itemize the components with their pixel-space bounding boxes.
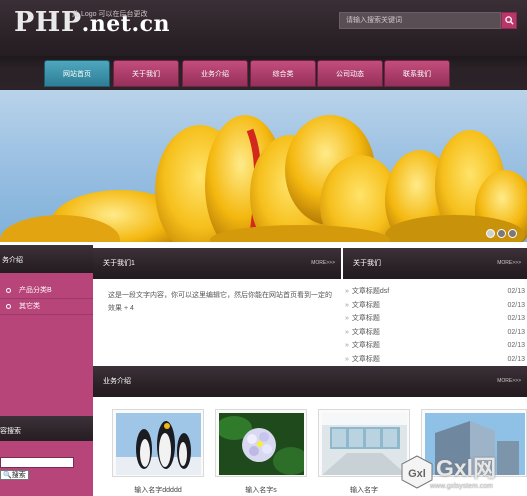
search-icon: 🔍 — [3, 472, 12, 479]
product-name[interactable]: 输入名字ddddd — [112, 485, 204, 495]
sidebar-search-button[interactable]: 🔍搜索 — [0, 470, 29, 480]
business-header: 业务介绍 MORE>>> — [93, 366, 527, 397]
sidebar-search-input[interactable] — [0, 457, 74, 468]
sidebar-search-panel: 🔍搜索 — [0, 441, 93, 496]
search-button[interactable] — [501, 12, 517, 29]
news-list: » 文章标题dsf 02/13 » 文章标题 02/13 » 文章标题 02/13 » 文章标… — [343, 285, 527, 366]
product-name[interactable]: 输入名字s — [215, 485, 307, 495]
slider-dots — [484, 229, 517, 240]
news-item-date: 02/13 — [507, 301, 525, 309]
about-header: 关于我们1 MORE>>> — [93, 248, 341, 279]
about-title: 关于我们1 — [103, 260, 135, 267]
watermark-text: Gxl网 — [436, 455, 497, 481]
news-item-date: 02/13 — [507, 342, 525, 349]
sidebar-category-header: 务介绍 — [0, 245, 93, 276]
watermark: Gxl Gxl网 www.gxlsystem.com — [400, 453, 527, 496]
sidebar-search-button-label: 搜索 — [11, 472, 26, 479]
news-item-title[interactable]: 文章标题dsf — [352, 288, 389, 295]
circle-bullet-icon — [6, 287, 11, 293]
hydrangea-image — [219, 413, 304, 475]
news-title: 关于我们 — [353, 260, 381, 267]
sidebar-item-category-b[interactable]: 产品分类B — [0, 283, 93, 299]
business-title: 业务介绍 — [103, 378, 131, 385]
news-item-title[interactable]: 文章标题 — [352, 302, 380, 309]
slider-dot-3[interactable] — [508, 229, 517, 238]
nav-home[interactable]: 网站首页 — [44, 60, 110, 87]
sidebar-search-title: 容搜索 — [0, 428, 21, 435]
bullet-icon: » — [345, 315, 349, 322]
sidebar-item-label: 其它类 — [19, 303, 40, 310]
sidebar-item-other[interactable]: 其它类 — [0, 299, 93, 315]
news-item[interactable]: » 文章标题dsf 02/13 — [343, 285, 527, 299]
banner-slider[interactable] — [0, 90, 527, 242]
bullet-icon: » — [345, 301, 349, 309]
product-card-hydrangea[interactable] — [215, 409, 307, 477]
news-item-date: 02/13 — [507, 288, 525, 295]
product-card-penguins[interactable] — [112, 409, 204, 477]
business-more-link[interactable]: MORE>>> — [497, 366, 521, 397]
bullet-icon: » — [345, 288, 349, 295]
header: PHP.net.cn 此 Logo 可以在后台更改 请输入搜索关键词 — [0, 0, 527, 56]
news-item-date: 02/13 — [507, 328, 525, 336]
nav-news[interactable]: 公司动态 — [317, 60, 383, 87]
sidebar-title: 务介绍 — [2, 257, 23, 264]
slider-dot-2[interactable] — [497, 229, 506, 238]
bullet-icon: » — [345, 328, 349, 336]
news-item[interactable]: » 文章标题 02/13 — [343, 326, 527, 340]
nav-general[interactable]: 综合类 — [250, 60, 316, 87]
product-card-office-hall[interactable] — [318, 409, 410, 477]
news-item-title[interactable]: 文章标题 — [352, 315, 380, 322]
news-item[interactable]: » 文章标题 02/13 — [343, 339, 527, 353]
search-icon — [505, 16, 514, 25]
news-item-date: 02/13 — [507, 355, 525, 363]
penguins-image — [116, 413, 201, 475]
nav-about[interactable]: 关于我们 — [113, 60, 179, 87]
news-header: 关于我们 MORE>>> — [343, 248, 527, 279]
news-item[interactable]: » 文章标题 02/13 — [343, 353, 527, 367]
news-more-link[interactable]: MORE>>> — [497, 248, 521, 279]
office-hall-image — [322, 413, 407, 475]
news-item-title[interactable]: 文章标题 — [352, 356, 380, 363]
search-input[interactable]: 请输入搜索关键词 — [339, 12, 501, 29]
gxl-logo-icon: Gxl — [401, 455, 433, 489]
sidebar-category-list: 产品分类B 其它类 — [0, 273, 93, 422]
news-item[interactable]: » 文章标题 02/13 — [343, 312, 527, 326]
slider-dot-1[interactable] — [486, 229, 495, 238]
svg-text:Gxl: Gxl — [408, 468, 426, 480]
news-item-title[interactable]: 文章标题 — [352, 329, 380, 336]
news-item-title[interactable]: 文章标题 — [352, 342, 380, 349]
sidebar-item-label: 产品分类B — [19, 287, 52, 294]
bullet-icon: » — [345, 355, 349, 363]
news-item-date: 02/13 — [507, 315, 525, 322]
product-name[interactable]: 输入名字 — [318, 485, 410, 495]
about-more-link[interactable]: MORE>>> — [311, 248, 335, 279]
nav-business[interactable]: 业务介绍 — [182, 60, 248, 87]
main-nav: 网站首页 关于我们 业务介绍 综合类 公司动态 联系我们 — [0, 56, 527, 90]
watermark-url: www.gxlsystem.com — [430, 483, 494, 490]
tulip-banner-image — [0, 115, 527, 242]
about-text: 这是一段文字内容，你可以这里编辑它，然后你能在网站首页看到一定的效果 + 4 — [108, 292, 332, 312]
nav-contact[interactable]: 联系我们 — [384, 60, 450, 87]
news-item[interactable]: » 文章标题 02/13 — [343, 299, 527, 313]
circle-bullet-icon — [6, 303, 11, 309]
logo-note: 此 Logo 可以在后台更改 — [72, 11, 148, 18]
bullet-icon: » — [345, 342, 349, 349]
